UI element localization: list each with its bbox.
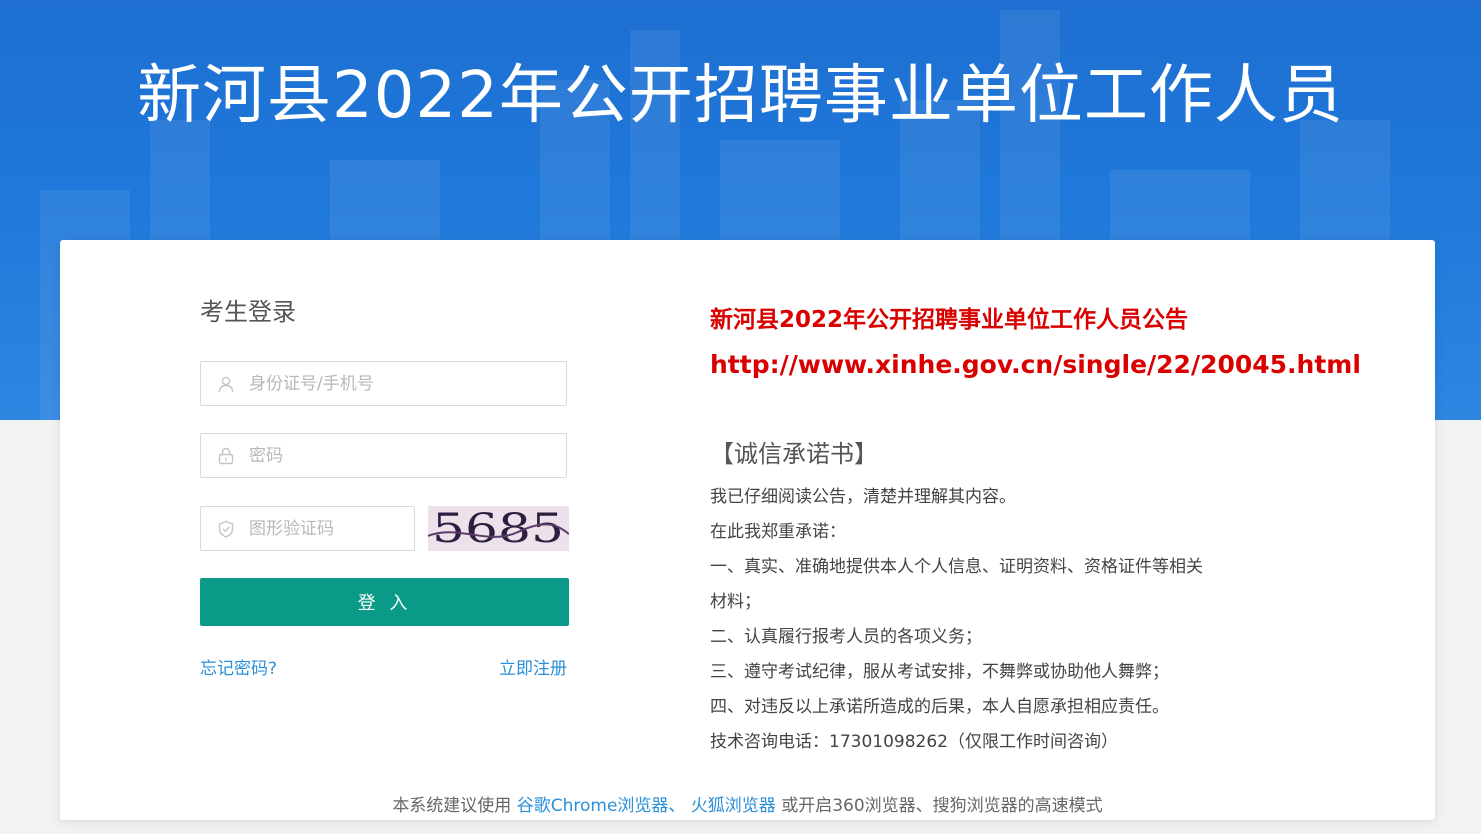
id-number-field[interactable] (200, 361, 567, 406)
password-field[interactable] (200, 433, 567, 478)
firefox-browser-link[interactable]: 火狐浏览器 (691, 796, 776, 816)
announcement-url-link[interactable]: http://www.xinhe.gov.cn/single/22/20045.… (710, 350, 1361, 379)
id-number-input[interactable] (249, 362, 468, 405)
pledge-line: 我已仔细阅读公告，清楚并理解其内容。 (710, 487, 1016, 507)
chrome-browser-link[interactable]: 谷歌Chrome浏览器、 (517, 796, 686, 816)
shield-icon (218, 520, 234, 538)
register-link[interactable]: 立即注册 (499, 654, 567, 679)
pledge-line: 在此我郑重承诺： (710, 522, 846, 542)
page-title: 新河县2022年公开招聘事业单位工作人员 (137, 59, 1344, 133)
login-card: 考生登录 5685 登 入 忘记密码? 立即注册 新河县2022年公开招聘事业单… (60, 240, 1435, 820)
pledge-line: 技术咨询电话：17301098262（仅限工作时间咨询） (710, 732, 1118, 752)
captcha-field[interactable] (200, 506, 415, 551)
captcha-text: 5685 (432, 506, 564, 551)
pledge-line: 材料； (710, 592, 761, 612)
pledge-line: 三、遵守考试纪律，服从考试安排，不舞弊或协助他人舞弊； (710, 662, 1169, 682)
login-button[interactable]: 登 入 (200, 578, 569, 626)
captcha-input[interactable] (249, 507, 409, 550)
captcha-image[interactable]: 5685 (428, 506, 569, 551)
pledge-list: 我已仔细阅读公告，清楚并理解其内容。 在此我郑重承诺： 一、真实、准确地提供本人… (710, 480, 1230, 760)
lock-icon (218, 447, 234, 465)
login-title: 考生登录 (200, 298, 296, 326)
browser-recommendation: 本系统建议使用 谷歌Chrome浏览器、 火狐浏览器 或开启360浏览器、搜狗浏… (60, 791, 1435, 816)
forgot-password-link[interactable]: 忘记密码? (200, 654, 277, 679)
user-icon (218, 376, 234, 393)
password-input[interactable] (249, 434, 468, 477)
footer-suffix: 或开启360浏览器、搜狗浏览器的高速模式 (781, 796, 1103, 816)
pledge-line: 一、真实、准确地提供本人个人信息、证明资料、资格证件等相关 (710, 557, 1203, 577)
pledge-line: 四、对违反以上承诺所造成的后果，本人自愿承担相应责任。 (710, 697, 1169, 717)
pledge-title: 【诚信承诺书】 (710, 440, 878, 468)
pledge-line: 二、认真履行报考人员的各项义务； (710, 627, 982, 647)
announcement-title: 新河县2022年公开招聘事业单位工作人员公告 (710, 307, 1189, 333)
footer-prefix: 本系统建议使用 (392, 796, 512, 816)
